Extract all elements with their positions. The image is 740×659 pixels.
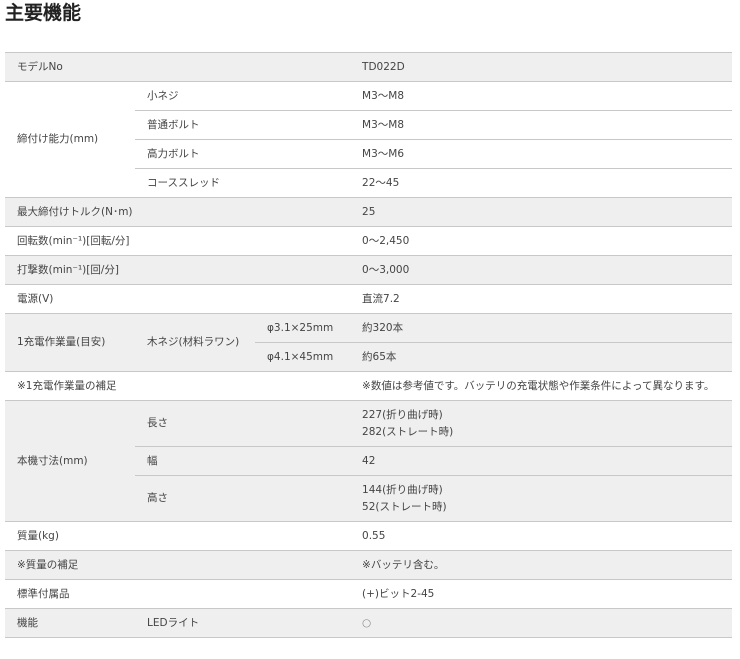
sub-label: 木ネジ(材料ラワン) bbox=[135, 313, 255, 372]
row-label: ※1充電作業量の補足 bbox=[5, 371, 351, 401]
value-line: 227(折り曲げ時) bbox=[362, 408, 443, 421]
row-value: ○ bbox=[350, 608, 732, 638]
sub-label: 幅 bbox=[135, 446, 351, 476]
table-row: 本機寸法(mm) 長さ 227(折り曲げ時) 282(ストレート時) bbox=[5, 400, 732, 522]
section-title: 主要機能 bbox=[5, 2, 82, 24]
table-row: 質量(kg) 0.55 bbox=[5, 521, 732, 551]
row-value: 42 bbox=[350, 446, 732, 476]
sub-label: 小ネジ bbox=[135, 81, 351, 111]
row-value: 144(折り曲げ時) 52(ストレート時) bbox=[350, 475, 732, 522]
row-value: ※数値は参考値です。バッテリの充電状態や作業条件によって異なります。 bbox=[350, 371, 732, 401]
row-label: 電源(V) bbox=[5, 284, 351, 314]
row-value: 0～2,450 bbox=[350, 226, 732, 256]
row-value: ※バッテリ含む。 bbox=[350, 550, 732, 580]
sub-label: 長さ bbox=[135, 400, 351, 447]
table-row: 電源(V) 直流7.2 bbox=[5, 284, 732, 314]
value-line: 52(ストレート時) bbox=[362, 500, 447, 513]
row-value: M3～M8 bbox=[350, 110, 732, 140]
row-value: 0～3,000 bbox=[350, 255, 732, 285]
table-row: 打撃数(min⁻¹)[回/分] 0～3,000 bbox=[5, 255, 732, 285]
table-row: 締付け能力(mm) 小ネジ M3～M8 bbox=[5, 81, 732, 198]
sub-label: 普通ボルト bbox=[135, 110, 351, 140]
table-row: 機能 LEDライト ○ bbox=[5, 608, 732, 638]
table-row: モデルNo TD022D bbox=[5, 52, 732, 82]
table-row: 1充電作業量(目安) 木ネジ(材料ラワン) φ3.1×25mm 約320本 bbox=[5, 313, 732, 372]
table-row: 最大締付けトルク(N･m) 25 bbox=[5, 197, 732, 227]
row-label: モデルNo bbox=[5, 52, 351, 82]
sub-label: 高力ボルト bbox=[135, 139, 351, 169]
sub-label: φ3.1×25mm bbox=[255, 313, 351, 343]
row-label: 標準付属品 bbox=[5, 579, 351, 609]
row-label: 打撃数(min⁻¹)[回/分] bbox=[5, 255, 351, 285]
row-value: 約320本 bbox=[350, 313, 732, 343]
table-row: ※質量の補足 ※バッテリ含む。 bbox=[5, 550, 732, 580]
table-row: ※1充電作業量の補足 ※数値は参考値です。バッテリの充電状態や作業条件によって異な… bbox=[5, 371, 732, 401]
row-value: 227(折り曲げ時) 282(ストレート時) bbox=[350, 400, 732, 447]
row-label: 最大締付けトルク(N･m) bbox=[5, 197, 351, 227]
value-line: 144(折り曲げ時) bbox=[362, 483, 443, 496]
row-value: 0.55 bbox=[350, 521, 732, 551]
row-label: 締付け能力(mm) bbox=[5, 81, 135, 198]
sub-label: LEDライト bbox=[135, 608, 351, 638]
sub-label: φ4.1×45mm bbox=[255, 342, 351, 372]
row-label: 1充電作業量(目安) bbox=[5, 313, 135, 372]
table-row: 標準付属品 (+)ビット2-45 bbox=[5, 579, 732, 609]
sub-label: 高さ bbox=[135, 475, 351, 522]
row-value: M3～M6 bbox=[350, 139, 732, 169]
row-value: 直流7.2 bbox=[350, 284, 732, 314]
row-label: 機能 bbox=[5, 608, 135, 638]
table-row: 回転数(min⁻¹)[回転/分] 0～2,450 bbox=[5, 226, 732, 256]
row-value: 22～45 bbox=[350, 168, 732, 198]
available-circle-icon: ○ bbox=[362, 616, 372, 629]
sub-label: コーススレッド bbox=[135, 168, 351, 198]
row-value: TD022D bbox=[350, 52, 732, 82]
row-value: 約65本 bbox=[350, 342, 732, 372]
row-value: 25 bbox=[350, 197, 732, 227]
row-label: 回転数(min⁻¹)[回転/分] bbox=[5, 226, 351, 256]
row-label: 質量(kg) bbox=[5, 521, 351, 551]
row-value: M3～M8 bbox=[350, 81, 732, 111]
row-value: (+)ビット2-45 bbox=[350, 579, 732, 609]
spec-table: モデルNo TD022D 締付け能力(mm) 小ネジ M3～M8 普通ボルト M3～M8… bbox=[5, 52, 732, 638]
value-line: 282(ストレート時) bbox=[362, 425, 454, 438]
row-label: 本機寸法(mm) bbox=[5, 400, 135, 522]
row-label: ※質量の補足 bbox=[5, 550, 351, 580]
